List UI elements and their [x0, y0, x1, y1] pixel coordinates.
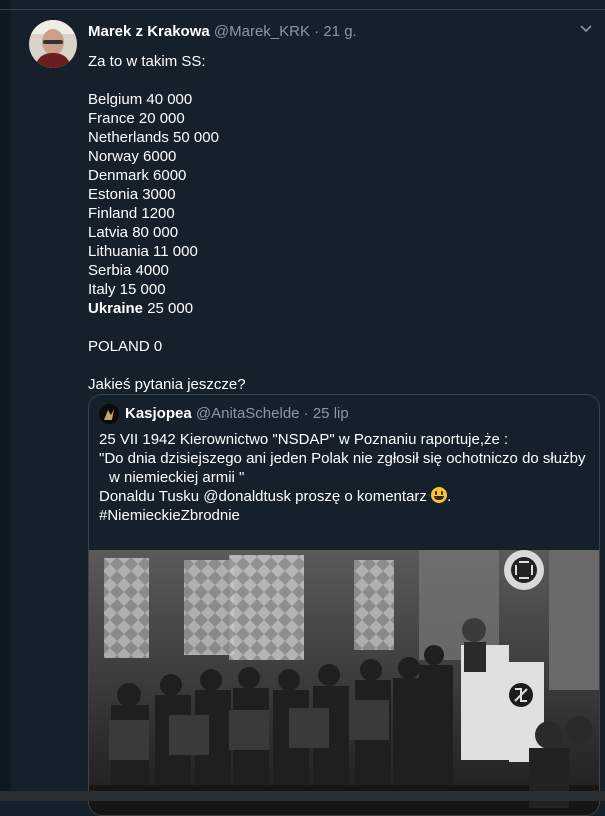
tweet[interactable]: Marek z Krakowa @Marek_KRK · 21 g. Za to… [11, 10, 605, 816]
chevron-down-icon[interactable] [579, 22, 593, 39]
quoted-text: 25 VII 1942 Kierownictwo "NSDAP" w Pozna… [99, 430, 594, 525]
text-line: Lithuania 11 000 [88, 243, 198, 260]
text-line: France 20 000 [88, 110, 185, 127]
bottom-bar [0, 791, 605, 801]
avatar[interactable] [29, 20, 77, 68]
text-line: Estonia 3000 [88, 186, 176, 203]
text-line: Belgium 40 000 [88, 91, 193, 108]
text-line: Za to w takim SS: [88, 53, 206, 70]
text-fragment: . [447, 488, 452, 505]
text-line: Denmark 6000 [88, 167, 187, 184]
quoted-photo[interactable] [89, 550, 599, 815]
text-line: Jakieś pytania jeszcze? [88, 376, 246, 393]
text-line: Serbia 4000 [88, 262, 169, 279]
text-line: w niemieckiej armii " [109, 469, 245, 486]
quoted-timestamp[interactable]: 25 lip [313, 405, 349, 422]
text-line: Ukraine 25 000 [88, 299, 578, 318]
text-fragment: Donaldu Tusku @donaldtusk proszę o komen… [99, 488, 432, 505]
tweet-text: Za to w takim SS: Belgium 40 000 France … [88, 52, 578, 394]
tweet-header: Marek z Krakowa @Marek_KRK · 21 g. [88, 22, 357, 42]
left-rail [0, 0, 11, 801]
author-handle[interactable]: @Marek_KRK [214, 23, 310, 40]
text-line: POLAND 0 [88, 338, 163, 355]
separator: · [314, 23, 320, 40]
text-line: Latvia 80 000 [88, 224, 179, 241]
text-line: 25 VII 1942 Kierownictwo "NSDAP" w Pozna… [99, 431, 509, 448]
text-line: "Do dnia dzisiejszego ani jeden Polak ni… [99, 450, 586, 467]
text-line: Italy 15 000 [88, 281, 166, 298]
bold-word: Ukraine [88, 300, 144, 317]
hashtag-link[interactable]: #NiemieckieZbrodnie [99, 506, 594, 525]
separator: · [303, 405, 309, 422]
quoted-avatar[interactable] [99, 404, 119, 424]
smiley-emoji-icon [431, 487, 448, 503]
text-line: Netherlands 50 000 [88, 129, 219, 146]
text-line: Norway 6000 [88, 148, 177, 165]
quoted-header: Kasjopea @AnitaSchelde · 25 lip [125, 404, 349, 424]
text-line: Donaldu Tusku @donaldtusk proszę o komen… [99, 487, 594, 506]
quoted-author-name[interactable]: Kasjopea [125, 405, 192, 422]
text-fragment: 25 000 [143, 300, 194, 317]
quoted-author-handle[interactable]: @AnitaSchelde [196, 405, 300, 422]
quoted-tweet[interactable]: Kasjopea @AnitaSchelde · 25 lip 25 VII 1… [88, 394, 600, 816]
text-line: Finland 1200 [88, 205, 175, 222]
author-name[interactable]: Marek z Krakowa [88, 23, 210, 40]
timestamp[interactable]: 21 g. [323, 23, 356, 40]
